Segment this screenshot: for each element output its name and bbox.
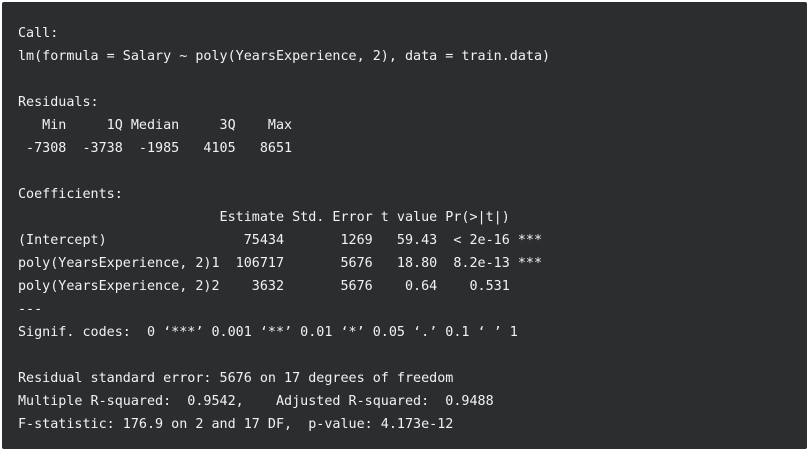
coefficient-row-intercept: (Intercept) 75434 1269 59.43 < 2e-16 ***: [18, 233, 543, 248]
coefficient-row-poly-1: poly(YearsExperience, 2)1 106717 5676 18…: [18, 256, 543, 271]
call-header: Call:: [18, 26, 59, 41]
coefficients-column-headers: Estimate Std. Error t value Pr(>|t|): [18, 210, 543, 225]
f-statistic-line: F-statistic: 176.9 on 2 and 17 DF, p-val…: [18, 417, 454, 432]
coefficient-row-poly-2: poly(YearsExperience, 2)2 3632 5676 0.64…: [18, 279, 543, 294]
signif-codes: Signif. codes: 0 ‘***’ 0.001 ‘**’ 0.01 ‘…: [18, 325, 518, 340]
separator-line: ---: [18, 302, 43, 317]
r-console-output: Call: lm(formula = Salary ~ poly(YearsEx…: [2, 2, 807, 449]
residual-standard-error: Residual standard error: 5676 on 17 degr…: [18, 371, 454, 386]
coefficients-header: Coefficients:: [18, 187, 123, 202]
residuals-header: Residuals:: [18, 95, 99, 110]
call-formula: lm(formula = Salary ~ poly(YearsExperien…: [18, 49, 551, 64]
residuals-values: -7308 -3738 -1985 4105 8651: [18, 141, 301, 156]
residuals-column-headers: Min 1Q Median 3Q Max: [18, 118, 301, 133]
r-squared-line: Multiple R-squared: 0.9542, Adjusted R-s…: [18, 394, 502, 409]
